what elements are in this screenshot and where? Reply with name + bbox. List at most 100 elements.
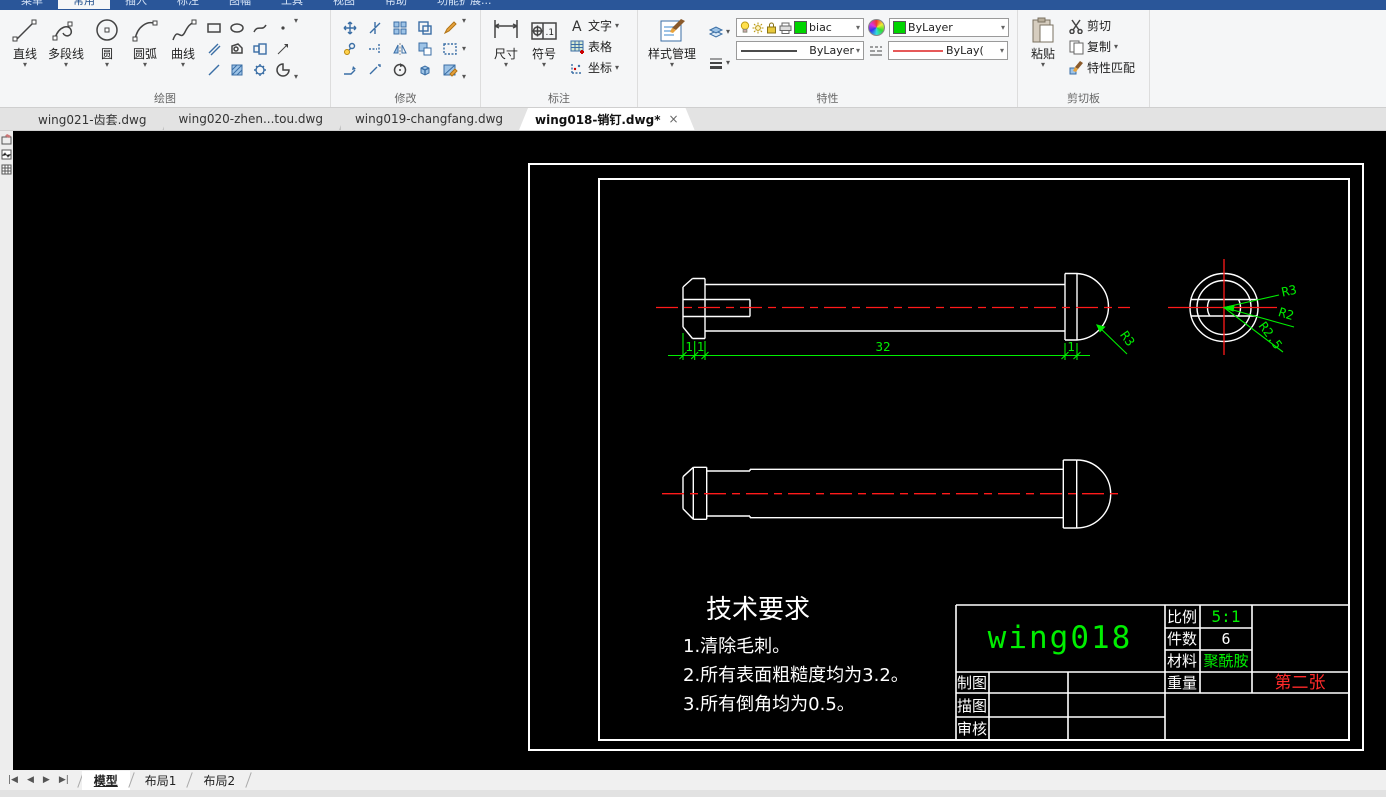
cut-button[interactable]: 剪切 [1066, 15, 1137, 36]
paste-button[interactable]: 粘贴▾ [1024, 15, 1062, 69]
linetype-combo-dropdown[interactable]: ▾ [1000, 46, 1004, 55]
file-tab-wing020[interactable]: wing020-zhen...tou.dwg [162, 108, 338, 130]
menu-tab-annotate[interactable]: 标注 [162, 0, 214, 9]
text-button[interactable]: A 文字▾ [567, 15, 621, 36]
mirror-icon[interactable] [392, 41, 408, 57]
array-icon[interactable] [392, 20, 408, 36]
segment-dropdown[interactable]: ▾ [294, 73, 298, 80]
ellipse-icon[interactable] [229, 20, 245, 36]
menu-tab-help[interactable]: 帮助 [370, 0, 422, 9]
menu-tab-tools[interactable]: 工具 [266, 0, 318, 9]
rect-select-icon[interactable] [442, 41, 458, 57]
file-tab-wing019[interactable]: wing019-changfang.dwg [339, 108, 519, 130]
qty-label: 件数 [1167, 630, 1197, 648]
tab-model[interactable]: 模型 [82, 771, 130, 790]
menu-item-menu[interactable]: 菜单 [6, 0, 58, 9]
sun-icon [752, 22, 764, 34]
rectangle-icon[interactable] [206, 20, 222, 36]
hatch-edit-dropdown[interactable]: ▾ [462, 73, 466, 80]
spline-button[interactable]: 曲线▾ [164, 15, 202, 69]
dim-r3-end: R3 [1280, 282, 1298, 300]
menu-tab-view[interactable]: 视图 [318, 0, 370, 9]
coordinate-button[interactable]: 坐标▾ [567, 57, 621, 78]
rectangle-dropdown[interactable]: ▾ [294, 17, 298, 24]
style-manager-icon [657, 16, 687, 46]
copy-icon [1068, 39, 1084, 55]
overlap-icon[interactable] [417, 41, 433, 57]
dimension-button[interactable]: 尺寸▾ [487, 15, 525, 69]
layer-tool-button[interactable]: ▾ [706, 21, 732, 42]
nav-prev-button[interactable]: ◀ [27, 775, 34, 785]
menu-tab-home[interactable]: 常用 [58, 0, 110, 9]
menu-tab-insert[interactable]: 插入 [110, 0, 162, 9]
table-button[interactable]: 表格 [567, 36, 621, 57]
drawing-canvas-area[interactable]: 1 1 32 1 R3 R3 R2 R2.5 [0, 131, 1386, 770]
qty-value: 6 [1221, 630, 1230, 648]
close-icon[interactable]: × [668, 112, 678, 126]
symbol-button[interactable]: .1 符号▾ [525, 15, 563, 69]
menu-tab-sheet[interactable]: 图幅 [214, 0, 266, 9]
rotate-icon[interactable] [392, 62, 408, 78]
polyline-button[interactable]: 多段线▾ [44, 15, 88, 69]
erase-dropdown[interactable]: ▾ [462, 17, 466, 24]
gear-icon[interactable] [252, 62, 268, 78]
nav-next-button[interactable]: ▶ [43, 775, 50, 785]
stretch-icon[interactable] [342, 62, 358, 78]
nav-last-button[interactable]: ▶| [59, 775, 69, 785]
curve-tool-icon[interactable] [252, 20, 268, 36]
lock-icon [766, 22, 777, 34]
tab-layout2[interactable]: 布局2 [191, 771, 247, 790]
match-properties-button[interactable]: 特性匹配 [1066, 57, 1137, 78]
lineweight-tool-button[interactable]: ▾ [706, 52, 732, 73]
copy-button[interactable]: 复制▾ [1066, 36, 1137, 57]
color-combo[interactable]: ByLayer ▾ [889, 18, 1009, 37]
region-icon[interactable] [229, 41, 245, 57]
rotate-copy-icon[interactable] [342, 41, 358, 57]
arc-button[interactable]: 圆弧▾ [126, 15, 164, 69]
copy-block-icon[interactable] [417, 20, 433, 36]
tab-layout1[interactable]: 布局1 [133, 771, 189, 790]
arrow-icon[interactable] [275, 41, 291, 57]
checked-label: 审核 [957, 720, 987, 738]
dim-r2-end: R2 [1277, 304, 1296, 323]
linetype-combo[interactable]: ByLay( ▾ [888, 41, 1008, 60]
layer-combo[interactable]: biac ▾ [736, 18, 864, 37]
table-panel-icon[interactable] [1, 164, 12, 175]
linetype-icon[interactable] [868, 43, 884, 59]
hatch-lines-icon[interactable] [206, 41, 222, 57]
point-icon[interactable] [275, 20, 291, 36]
style-manager-button[interactable]: 样式管理▾ [644, 15, 700, 69]
break-icon[interactable] [367, 20, 383, 36]
nav-first-button[interactable]: |◀ [8, 775, 18, 785]
lineweight-combo-dropdown[interactable]: ▾ [856, 46, 860, 55]
move-icon[interactable] [342, 20, 358, 36]
hatch-icon[interactable] [229, 62, 245, 78]
trim-icon[interactable] [367, 41, 383, 57]
image-panel-icon[interactable] [1, 149, 12, 160]
ribbon-group-draw: 直线▾ 多段线▾ 圆▾ 圆弧▾ 曲线▾ [0, 10, 331, 107]
menu-tab-extensions[interactable]: 功能扩展... [422, 0, 507, 9]
select-dropdown[interactable]: ▾ [462, 45, 466, 52]
hatch-edit-icon[interactable] [442, 62, 458, 78]
erase-pencil-icon[interactable] [442, 20, 458, 36]
sheet-tool-icon[interactable] [1, 134, 12, 145]
color-wheel-icon[interactable] [868, 19, 885, 36]
extend-icon[interactable] [367, 62, 383, 78]
pie-icon[interactable] [275, 62, 291, 78]
bolt-icon[interactable] [252, 41, 268, 57]
orbit-3d-icon[interactable] [417, 62, 433, 78]
layer-combo-dropdown[interactable]: ▾ [856, 23, 860, 32]
drawing-viewport[interactable]: 1 1 32 1 R3 R3 R2 R2.5 [13, 131, 1386, 770]
line-button[interactable]: 直线▾ [6, 15, 44, 69]
file-tab-wing018[interactable]: wing018-销钉.dwg* × [519, 108, 695, 130]
color-combo-dropdown[interactable]: ▾ [1001, 23, 1005, 32]
file-tab-wing021[interactable]: wing021-齿套.dwg [22, 108, 162, 130]
lineweight-combo[interactable]: ByLayer ▾ [736, 41, 864, 60]
segment-icon[interactable] [206, 62, 222, 78]
weight-label: 重量 [1167, 674, 1197, 692]
layout-nav: |◀ ◀ ▶ ▶| [0, 775, 79, 785]
side-toolbar [0, 131, 13, 770]
circle-button[interactable]: 圆▾ [88, 15, 126, 69]
material-value: 聚酰胺 [1203, 652, 1248, 670]
pin-side-view-top [683, 274, 1108, 341]
